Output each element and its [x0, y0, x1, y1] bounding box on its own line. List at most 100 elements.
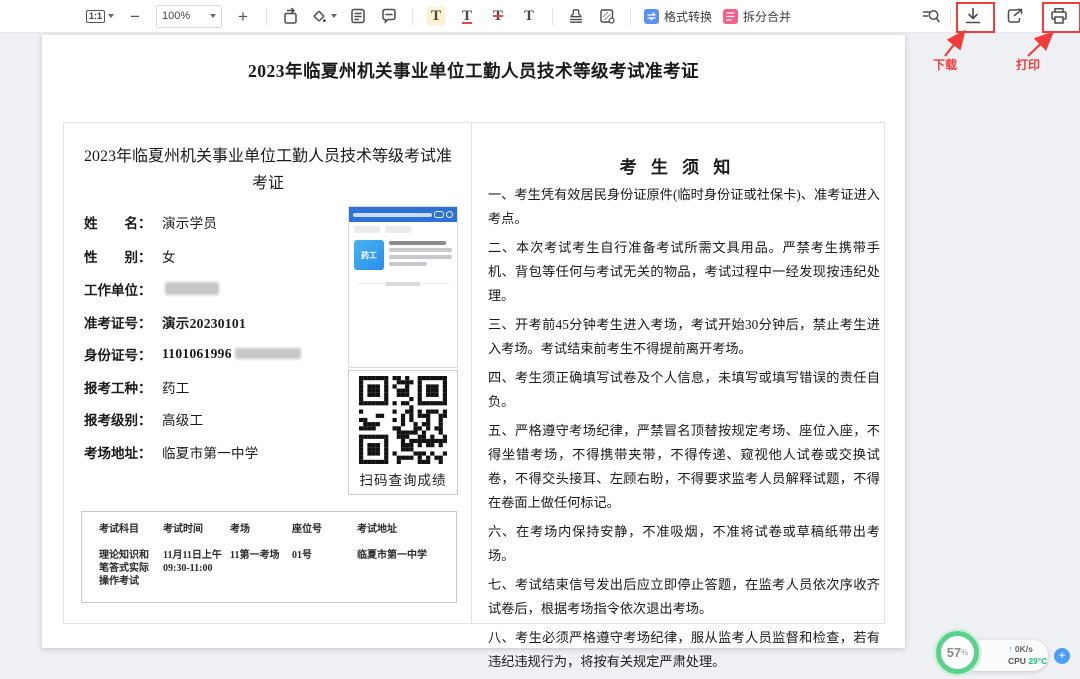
app-divider — [357, 283, 449, 284]
percent-sign: % — [961, 648, 968, 657]
stamp-icon — [567, 7, 585, 25]
search-icon — [921, 6, 941, 26]
split-merge-button[interactable]: 拆分合并 — [723, 8, 791, 25]
underline-text-icon: T — [458, 7, 476, 26]
document-title: 2023年临夏州机关事业单位工勤人员技术等级考试准考证 — [42, 58, 905, 83]
cpu-temperature: 29°C — [1028, 656, 1047, 666]
text-underline-button[interactable]: T — [457, 4, 477, 28]
notice-item: 六、在考场内保持安静，不准吸烟，不准将试卷或草稿纸带出考场。 — [488, 520, 880, 568]
chevron-down-icon — [108, 14, 114, 18]
download-highlight-box — [956, 2, 995, 33]
memory-usage-ring[interactable]: 57% — [936, 631, 979, 674]
field-value: 演示20230101 — [162, 312, 246, 332]
field-label: 姓 名： — [84, 212, 162, 232]
table-header: 座位号 — [292, 523, 357, 536]
actual-size-button[interactable]: 1:1 — [86, 4, 114, 28]
field-value: 女 — [162, 246, 176, 266]
field-row-idnumber: 身份证号： 1101061996 — [84, 345, 301, 362]
app-text-placeholder — [389, 240, 452, 270]
note-button[interactable] — [348, 4, 368, 28]
format-convert-icon — [644, 9, 659, 24]
rotate-page-button[interactable] — [280, 4, 300, 28]
notice-item: 二、本次考试考生自行准备考试所需文具用品。严禁考生携带手机、背包等任何与考试无关… — [488, 236, 880, 308]
field-value: 演示学员 — [162, 212, 217, 232]
chevron-down-icon — [331, 14, 337, 18]
table-cell: 临夏市第一中学 — [357, 549, 447, 588]
notice-item: 七、考试结束信号发出后应立即停止答题，在监考人员依次序收齐试卷后，根据考场指令依… — [488, 573, 880, 621]
table-row: 理论知识和笔答式实际操作考试 11月11日上午09:30-11:00 11第一考… — [99, 549, 456, 588]
zoom-out-button[interactable]: − — [125, 4, 145, 28]
chevron-down-icon — [210, 14, 216, 18]
note-icon — [349, 7, 367, 25]
table-header: 考场 — [230, 523, 292, 536]
field-value: 临夏市第一中学 — [162, 442, 259, 462]
watermark-button[interactable] — [597, 4, 617, 28]
zoom-in-button[interactable]: + — [233, 4, 253, 28]
split-merge-icon — [723, 9, 738, 24]
notice-item: 一、考生凭有效居民身份证原件(临时身份证或社保卡)、准考证进入考点。 — [488, 183, 880, 231]
table-header: 考试科目 — [99, 523, 163, 536]
paint-bucket-icon — [311, 8, 327, 24]
notice-item: 八、考生必须严格遵守考场纪律，服从监考人员监督和检查，若有违纪违规行为，将按有关… — [488, 626, 880, 674]
field-value: 药工 — [162, 377, 190, 397]
upload-arrow-icon: ↑ — [1008, 644, 1013, 654]
export-button[interactable] — [1005, 4, 1025, 28]
redacted-value — [165, 282, 219, 295]
separator — [266, 8, 267, 25]
monitor-expand-button[interactable]: + — [1054, 648, 1070, 664]
field-label: 考场地址： — [84, 442, 162, 462]
field-row-trade: 报考工种： 药工 — [84, 378, 190, 395]
app-close-icon — [446, 211, 453, 218]
notice-item: 五、严格遵守考场纪律，严禁冒名顶替按规定考场、座位入座，不得坐错考场，不得携带夹… — [488, 419, 880, 515]
qr-caption: 扫码查询成绩 — [349, 469, 457, 489]
format-convert-button[interactable]: 格式转换 — [644, 8, 712, 25]
zoom-level-select[interactable]: 100% — [156, 5, 222, 28]
field-row-ticketno: 准考证号： 演示20230101 — [84, 313, 246, 330]
app-title-placeholder — [353, 213, 432, 217]
field-label: 报考级别： — [84, 409, 162, 429]
field-value: 1101061996 — [162, 346, 232, 362]
pdf-page[interactable]: 2023年临夏州机关事业单位工勤人员技术等级考试准考证 2023年临夏州机关事业… — [42, 35, 905, 648]
format-convert-label: 格式转换 — [664, 8, 712, 25]
insert-text-button[interactable]: T — [519, 4, 539, 28]
field-label: 报考工种： — [84, 377, 162, 397]
field-row-gender: 性 别： 女 — [84, 247, 176, 264]
comment-icon — [380, 7, 398, 25]
stamp-button[interactable] — [566, 4, 586, 28]
export-icon — [1005, 6, 1025, 26]
notice-item: 三、开考前45分钟考生进入考场，考试开始30分钟后，禁止考生进入考场。考试结束前… — [488, 313, 880, 361]
qr-code — [359, 376, 447, 464]
fill-color-button[interactable] — [311, 4, 337, 28]
table-header: 考试时间 — [163, 523, 230, 536]
print-annotation-label: 打印 — [1016, 56, 1040, 73]
comment-button[interactable] — [379, 4, 399, 28]
separator — [412, 8, 413, 25]
app-filter-chips — [349, 222, 457, 237]
ticket-heading: 2023年临夏州机关事业单位工勤人员技术等级考试准考证 — [78, 143, 458, 197]
watermark-icon — [598, 7, 616, 25]
qr-code-box: 扫码查询成绩 — [348, 370, 458, 495]
rotate-icon — [281, 7, 300, 26]
notice-list: 一、考生凭有效居民身份证原件(临时身份证或社保卡)、准考证进入考点。 二、本次考… — [488, 183, 880, 679]
table-header-row: 考试科目 考试时间 考场 座位号 考试地址 — [99, 523, 456, 536]
column-divider — [471, 123, 472, 623]
field-label: 性 别： — [84, 246, 162, 266]
search-button[interactable] — [921, 4, 941, 28]
text-highlight-button[interactable]: T — [426, 4, 446, 28]
table-header: 考试地址 — [357, 523, 447, 536]
strikethrough-text-icon: T — [489, 7, 507, 26]
separator — [630, 8, 631, 25]
table-cell: 理论知识和笔答式实际操作考试 — [99, 549, 163, 588]
app-titlebar — [349, 207, 457, 222]
table-cell: 11月11日上午09:30-11:00 — [163, 549, 230, 588]
text-strikethrough-button[interactable]: T — [488, 4, 508, 28]
app-badge: 药工 — [354, 240, 384, 270]
zoom-level-value: 100% — [162, 10, 190, 22]
field-row-workunit: 工作单位： — [84, 280, 219, 297]
app-screenshot-thumbnail: 药工 — [348, 206, 458, 368]
minus-icon: − — [130, 8, 140, 25]
download-annotation-label: 下载 — [933, 56, 957, 73]
field-row-venue: 考场地址： 临夏市第一中学 — [84, 443, 259, 460]
app-menu-icon — [434, 211, 444, 218]
redacted-value — [235, 348, 301, 359]
